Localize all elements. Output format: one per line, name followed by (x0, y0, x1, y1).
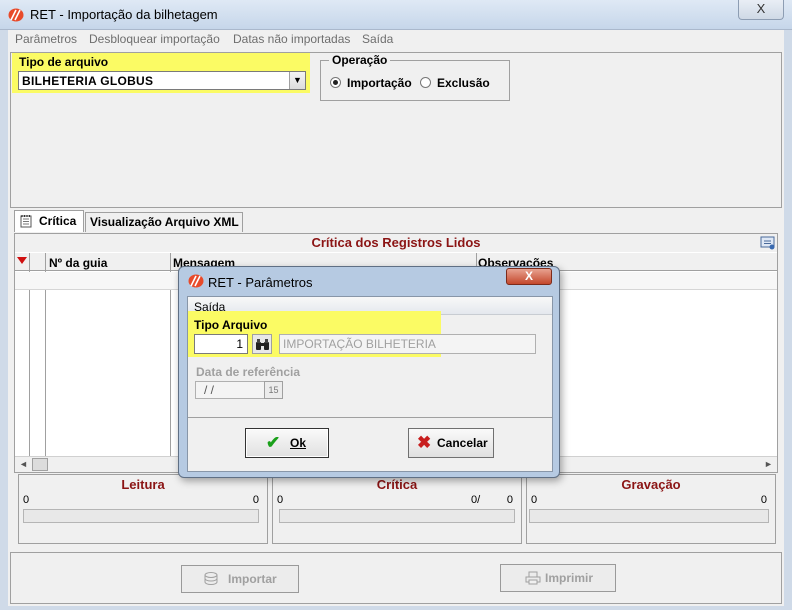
dialog-app-icon (188, 274, 204, 288)
data-referencia-input[interactable]: / / (195, 381, 265, 399)
scroll-left-icon[interactable]: ◄ (19, 459, 28, 469)
action-bar (10, 552, 782, 604)
ok-label: Ok (290, 436, 307, 450)
stat-critica-mid: 0/ (471, 494, 481, 506)
binoculars-search-button[interactable] (252, 334, 272, 354)
checkmark-icon: ✔ (266, 433, 281, 452)
stat-gravacao-left: 0 (531, 494, 538, 506)
cancel-button[interactable]: ✖ Cancelar (408, 428, 494, 458)
progress-bar-critica (279, 509, 515, 523)
progress-bar-leitura (23, 509, 259, 523)
binoculars-icon (256, 339, 269, 350)
menu-desbloquear-importacao[interactable]: Desbloquear importação (89, 32, 220, 46)
stat-critica-title: Crítica (376, 477, 418, 492)
imprimir-button[interactable]: Imprimir (500, 564, 616, 592)
imprimir-label: Imprimir (545, 571, 594, 585)
stat-leitura-left: 0 (23, 494, 30, 506)
stat-gravacao-title: Gravação (621, 477, 681, 492)
file-type-select[interactable]: BILHETERIA GLOBUS ▼ (18, 71, 306, 90)
stat-critica-left: 0 (277, 494, 284, 506)
stat-leitura-right: 0 (252, 494, 259, 506)
radio-exclusao-label[interactable]: Exclusão (437, 76, 490, 90)
chevron-down-icon[interactable]: ▼ (289, 72, 305, 89)
ok-button[interactable]: ✔ Ok (245, 428, 329, 458)
stat-gravacao: Gravação 0 0 (526, 474, 776, 544)
importar-label: Importar (228, 572, 277, 586)
export-icon[interactable] (760, 236, 776, 250)
menu-saida[interactable]: Saída (362, 32, 393, 46)
x-mark-icon: ✖ (417, 433, 432, 452)
data-referencia-label: Data de referência (196, 365, 301, 379)
tab-critica[interactable]: Crítica (14, 210, 84, 232)
stat-critica: Crítica 0 0/ 0 (272, 474, 522, 544)
tipo-arquivo-code-input[interactable]: 1 (194, 334, 248, 354)
menu-bar: Parâmetros Desbloquear importação Datas … (8, 30, 784, 48)
stat-leitura: Leitura 0 0 (18, 474, 268, 544)
stat-leitura-title: Leitura (121, 477, 165, 492)
radio-importacao-label[interactable]: Importação (347, 76, 412, 90)
stat-critica-right: 0 (506, 494, 513, 506)
operation-label: Operação (329, 53, 391, 67)
menu-datas-nao-importadas[interactable]: Datas não importadas (233, 32, 350, 46)
cancel-label: Cancelar (437, 436, 488, 450)
dialog-divider (188, 417, 552, 418)
scroll-right-icon[interactable]: ► (764, 459, 773, 469)
column-header-guia[interactable]: Nº da guia (49, 256, 107, 270)
sort-indicator-icon (17, 257, 27, 264)
calendar-icon[interactable]: 15 (264, 381, 283, 399)
window-close-button[interactable]: X (738, 0, 784, 20)
menu-parametros[interactable]: Parâmetros (15, 32, 77, 46)
app-logo-icon (8, 8, 24, 22)
tipo-arquivo-description: IMPORTAÇÃO BILHETERIA (279, 334, 536, 354)
scroll-thumb[interactable] (32, 458, 48, 471)
radio-importacao[interactable] (330, 77, 341, 88)
tab-visualizacao-xml[interactable]: Visualização Arquivo XML (85, 212, 243, 232)
importar-button[interactable]: Importar (181, 565, 299, 593)
printer-icon (525, 571, 541, 585)
tab-critica-label: Crítica (39, 214, 77, 228)
radio-exclusao[interactable] (420, 77, 431, 88)
progress-bar-gravacao (529, 509, 769, 523)
tab-visualizacao-label: Visualização Arquivo XML (90, 215, 239, 229)
tipo-arquivo-label: Tipo Arquivo (194, 318, 268, 332)
file-type-label: Tipo de arquivo (19, 55, 109, 69)
stat-gravacao-right: 0 (760, 494, 767, 506)
dialog-close-button[interactable]: X (506, 268, 552, 285)
notepad-icon (20, 215, 32, 228)
database-icon (204, 572, 218, 586)
window-title: RET - Importação da bilhetagem (30, 7, 218, 22)
file-type-value: BILHETERIA GLOBUS (22, 74, 154, 88)
grid-title: Crítica dos Registros Lidos (15, 234, 777, 252)
dialog-title: RET - Parâmetros (208, 275, 313, 290)
